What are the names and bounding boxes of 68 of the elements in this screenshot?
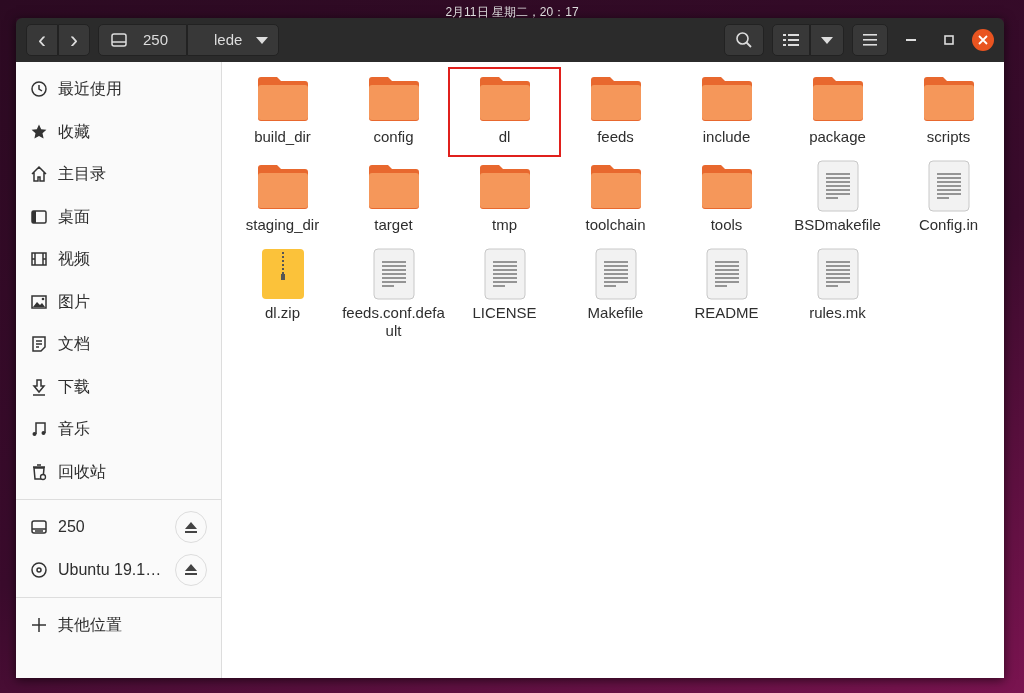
file-item[interactable]: include	[671, 68, 782, 156]
file-item[interactable]: Config.in	[893, 156, 1004, 244]
eject-button[interactable]	[175, 511, 207, 544]
close-button[interactable]	[972, 29, 994, 51]
forward-button[interactable]: ›	[58, 24, 90, 56]
sidebar-item[interactable]: Ubuntu 19.1…	[16, 548, 221, 591]
caret-icon	[256, 36, 269, 44]
close-icon	[978, 35, 988, 45]
list-view-button[interactable]	[772, 24, 810, 56]
sidebar-item[interactable]: 其他位置	[16, 604, 221, 647]
eject-button[interactable]	[175, 553, 207, 586]
file-item[interactable]: package	[782, 68, 893, 156]
search-icon	[735, 31, 753, 49]
sidebar-item[interactable]: 视频	[16, 238, 221, 281]
file-item[interactable]: feeds	[560, 68, 671, 156]
trash-icon	[30, 462, 48, 481]
file-item[interactable]: Makefile	[560, 244, 671, 344]
sidebar-item[interactable]: 主目录	[16, 153, 221, 196]
path-button[interactable]: lede	[187, 24, 280, 56]
file-item[interactable]: config	[338, 68, 449, 156]
list-icon	[783, 33, 799, 47]
eject-icon	[185, 521, 197, 533]
back-button[interactable]: ‹	[26, 24, 58, 56]
film-icon	[30, 250, 48, 269]
menu-button[interactable]	[852, 24, 888, 56]
drive-icon	[30, 518, 48, 537]
sidebar-item[interactable]: 下载	[16, 365, 221, 408]
file-item[interactable]: feeds.conf.default	[338, 244, 449, 344]
file-item[interactable]: tools	[671, 156, 782, 244]
path-button[interactable]: 250	[98, 24, 188, 56]
sidebar-item[interactable]: 收藏	[16, 110, 221, 153]
sidebar-item[interactable]: 图片	[16, 280, 221, 323]
sidebar-item[interactable]: 回收站	[16, 450, 221, 493]
file-item[interactable]: scripts	[893, 68, 1004, 156]
file-item[interactable]: rules.mk	[782, 244, 893, 344]
file-item[interactable]: toolchain	[560, 156, 671, 244]
file-item[interactable]: BSDmakefile	[782, 156, 893, 244]
image-icon	[30, 292, 48, 311]
disc-icon	[30, 560, 48, 579]
download-icon	[30, 377, 48, 396]
eject-icon	[185, 564, 197, 576]
highlighted-file-item[interactable]: dl	[449, 68, 560, 156]
sidebar-item[interactable]: 最近使用	[16, 68, 221, 111]
music-note-icon	[30, 420, 48, 439]
clock-icon	[30, 80, 48, 99]
document-icon	[30, 335, 48, 354]
desktop-icon	[30, 207, 48, 226]
file-item[interactable]: build_dir	[227, 68, 338, 156]
minimize-icon	[906, 39, 916, 41]
clock-text: 2月11日 星期二，20：17	[445, 6, 579, 18]
maximize-icon	[944, 35, 954, 45]
file-item[interactable]: staging_dir	[227, 156, 338, 244]
sidebar-item[interactable]: 250	[16, 506, 221, 549]
view-options-button[interactable]	[810, 24, 844, 56]
plus-icon	[30, 616, 48, 635]
sidebar-item[interactable]: 文档	[16, 323, 221, 366]
file-item[interactable]: target	[338, 156, 449, 244]
home-icon	[30, 165, 48, 184]
drive-icon	[109, 31, 129, 49]
sidebar-item[interactable]: 桌面	[16, 195, 221, 238]
search-button[interactable]	[724, 24, 764, 56]
menu-icon	[863, 34, 877, 46]
sidebar-item[interactable]: 音乐	[16, 408, 221, 451]
file-item[interactable]: README	[671, 244, 782, 344]
file-item[interactable]: LICENSE	[449, 244, 560, 344]
file-item[interactable]: dl.zip	[227, 244, 338, 344]
caret-icon	[821, 36, 833, 44]
file-item[interactable]: tmp	[449, 156, 560, 244]
